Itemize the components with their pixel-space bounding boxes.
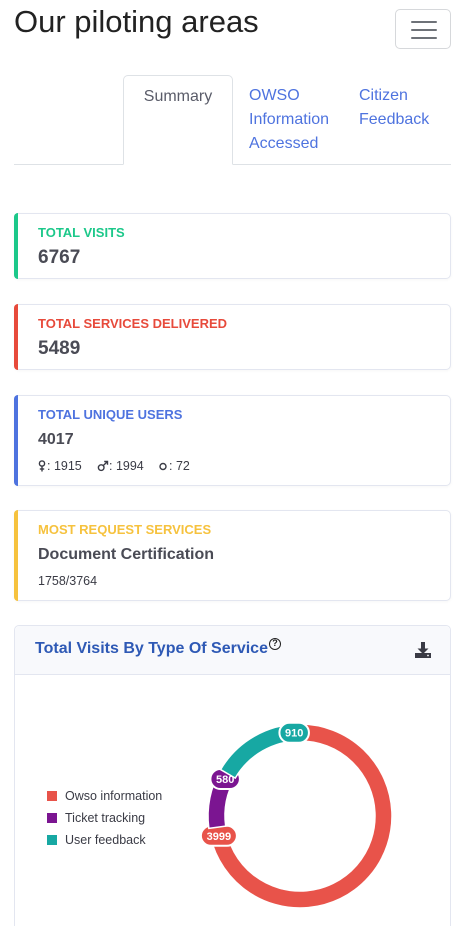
legend-label: Owso information <box>65 789 163 803</box>
unique-users-label: TOTAL UNIQUE USERS <box>38 407 183 422</box>
page-title: Our piloting areas <box>14 4 259 39</box>
hamburger-menu-button[interactable] <box>395 9 451 49</box>
total-services-value: 5489 <box>38 338 81 359</box>
legend-item[interactable]: Owso information <box>47 789 162 811</box>
total-services-label: TOTAL SERVICES DELIVERED <box>38 316 228 331</box>
tab-label-line: OWSO <box>249 87 300 104</box>
svg-text:910: 910 <box>285 728 303 740</box>
svg-text:3999: 3999 <box>207 831 231 843</box>
gender-breakdown: : 1915 : 1994 : 72 <box>38 459 238 475</box>
legend-label: User feedback <box>65 833 146 847</box>
female-count: : 1915 <box>47 459 82 473</box>
legend-swatch <box>47 791 57 801</box>
tab-summary[interactable]: Summary <box>123 75 233 165</box>
hamburger-icon-line-3 <box>411 37 437 39</box>
legend-item[interactable]: User feedback <box>47 833 162 855</box>
most-requested-card: MOST REQUEST SERVICES Document Certifica… <box>14 510 451 601</box>
tab-owso-information-accessed[interactable]: OWSO Information Accessed <box>249 75 349 156</box>
total-visits-label: TOTAL VISITS <box>38 225 125 240</box>
help-icon[interactable]: ? <box>269 638 281 650</box>
card-accent-bar <box>14 510 18 601</box>
tab-label-line: Information <box>249 111 330 128</box>
legend-label: Ticket tracking <box>65 811 146 825</box>
female-icon <box>38 460 46 472</box>
unique-users-value: 4017 <box>38 431 74 448</box>
card-accent-bar <box>14 213 18 279</box>
tab-citizen-feedback[interactable]: Citizen Feedback <box>359 75 451 132</box>
tab-label-line: Accessed <box>249 135 319 152</box>
unique-users-card: TOTAL UNIQUE USERS 4017 : 1915 : 1994 : … <box>14 395 451 486</box>
chart-card-header: Total Visits By Type Of Service ? <box>15 626 450 675</box>
total-visits-card: TOTAL VISITS 6767 <box>14 213 451 279</box>
hamburger-icon-line-2 <box>411 29 437 31</box>
tab-label-line: Feedback <box>359 111 430 128</box>
download-icon[interactable] <box>413 640 433 660</box>
other-gender-icon <box>159 462 167 471</box>
chart-title: Total Visits By Type Of Service <box>35 640 268 657</box>
most-requested-label: MOST REQUEST SERVICES <box>38 522 212 537</box>
donut-value-label: 3999 <box>199 824 238 847</box>
card-accent-bar <box>14 395 18 486</box>
tab-label-line: Citizen <box>359 87 408 104</box>
card-accent-bar <box>14 304 18 370</box>
chart-legend: Owso information Ticket tracking User feed… <box>47 789 162 855</box>
male-count: : 1994 <box>109 459 144 473</box>
legend-swatch <box>47 813 57 823</box>
tab-bar: Summary OWSO Information Accessed Citize… <box>14 75 451 165</box>
donut-value-label: 910 <box>278 721 310 744</box>
hamburger-icon-line-1 <box>411 21 437 23</box>
male-icon <box>97 460 109 472</box>
visits-by-service-card: Total Visits By Type Of Service ? Owso i… <box>14 625 451 926</box>
total-services-card: TOTAL SERVICES DELIVERED 5489 <box>14 304 451 370</box>
tab-summary-label: Summary <box>143 88 213 105</box>
other-count: : 72 <box>169 459 190 473</box>
legend-item[interactable]: Ticket tracking <box>47 811 162 833</box>
top-navbar: Our piloting areas <box>0 0 466 60</box>
total-visits-value: 6767 <box>38 247 81 268</box>
most-requested-ratio: 1758/3764 <box>38 574 98 588</box>
legend-swatch <box>47 835 57 845</box>
most-requested-value: Document Certification <box>38 546 215 563</box>
donut-chart: 3999580910 <box>199 721 393 909</box>
